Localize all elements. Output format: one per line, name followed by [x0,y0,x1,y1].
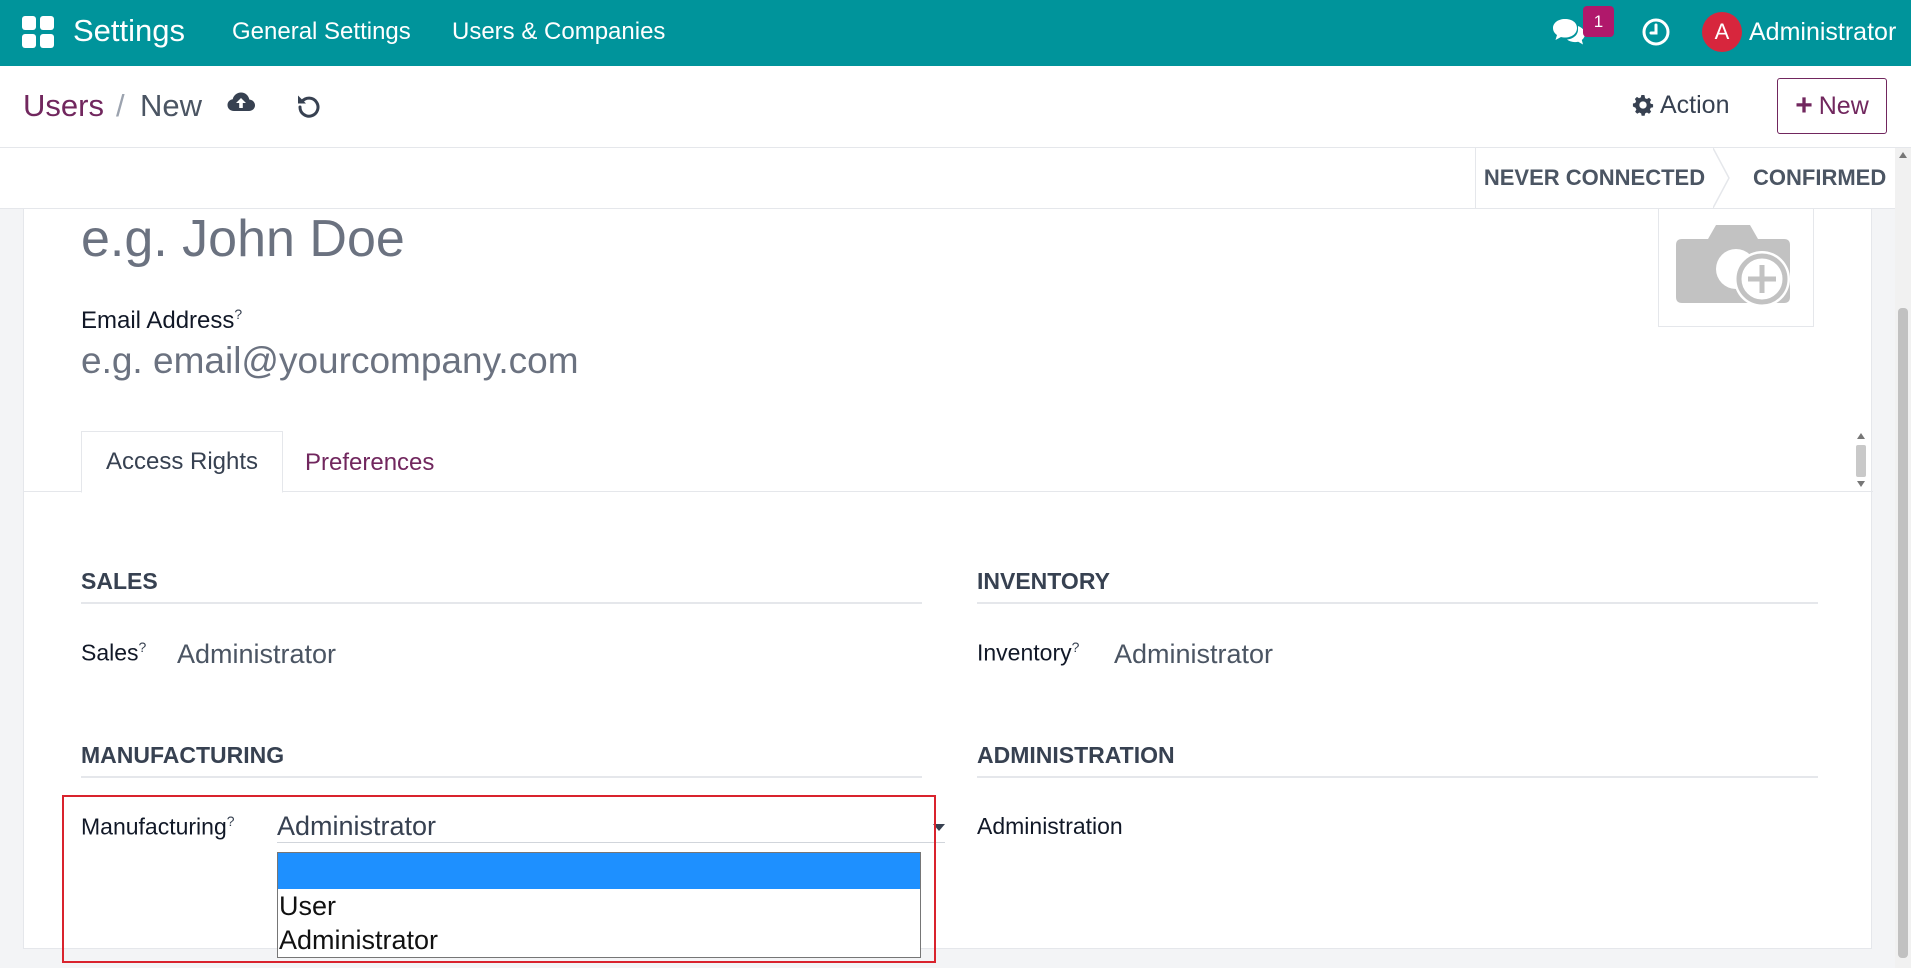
status-arrow-icon [1713,148,1730,208]
scroll-thumb[interactable] [1856,445,1866,477]
inventory-rights-select[interactable]: Administrator [1114,639,1273,670]
scroll-up-icon[interactable] [1899,152,1907,158]
section-manufacturing-title: MANUFACTURING [81,742,285,768]
sales-label: Sales? [81,639,147,666]
email-input[interactable]: e.g. email@yourcompany.com [81,340,579,382]
inventory-label: Inventory? [977,639,1080,666]
help-tooltip-icon[interactable]: ? [1072,639,1080,655]
new-label: New [1818,91,1869,120]
email-label: Email Address? [81,306,243,334]
chat-icon[interactable] [1551,16,1587,48]
menu-general-settings[interactable]: General Settings [232,18,411,46]
photo-upload[interactable] [1658,209,1814,327]
section-divider [977,602,1818,604]
camera-plus-icon [1676,224,1790,307]
clock-icon[interactable] [1641,17,1671,47]
messages-badge: 1 [1583,6,1614,37]
tabs-scrollbar[interactable] [1854,431,1868,489]
section-inventory-title: INVENTORY [977,568,1110,594]
tab-access-rights[interactable]: Access Rights [81,431,283,493]
status-bar: NEVER CONNECTED CONFIRMED [0,148,1895,209]
app-brand[interactable]: Settings [73,13,185,49]
new-record-button[interactable]: + New [1777,78,1887,134]
section-divider [81,776,922,778]
user-menu-name[interactable]: Administrator [1749,18,1896,47]
avatar[interactable]: A [1702,12,1742,52]
cloud-upload-icon[interactable] [226,90,256,114]
undo-icon[interactable] [296,92,322,118]
name-input[interactable]: e.g. John Doe [81,209,405,269]
tab-preferences[interactable]: Preferences [305,449,434,477]
section-divider [977,776,1818,778]
status-confirmed[interactable]: CONFIRMED [1753,148,1886,208]
action-menu-button[interactable]: Action [1632,88,1729,122]
help-tooltip-icon[interactable]: ? [139,639,147,655]
breadcrumb-current: New [140,88,203,123]
menu-users-companies[interactable]: Users & Companies [452,18,665,46]
action-label: Action [1660,90,1730,119]
control-panel: Users / New Action + New [0,66,1911,148]
status-never-connected[interactable]: NEVER CONNECTED [1475,148,1713,208]
page-scrollbar[interactable] [1895,148,1911,968]
administration-label: Administration [977,813,1123,839]
gear-icon [1632,95,1654,116]
section-divider [81,602,922,604]
breadcrumb-users-link[interactable]: Users [23,88,104,124]
breadcrumb-separator: / [116,88,125,123]
scroll-down-icon[interactable] [1857,481,1865,487]
sales-rights-select[interactable]: Administrator [177,639,336,670]
top-navbar: Settings General Settings Users & Compan… [0,0,1911,66]
scroll-thumb[interactable] [1898,308,1908,958]
plus-icon: + [1795,89,1813,122]
scroll-up-icon[interactable] [1857,433,1865,439]
highlight-box [62,795,936,963]
section-sales-title: SALES [81,568,158,594]
help-tooltip-icon[interactable]: ? [234,306,242,322]
tabs-divider [24,491,1873,492]
apps-grid-icon[interactable] [22,16,54,48]
section-administration-title: ADMINISTRATION [977,742,1175,768]
